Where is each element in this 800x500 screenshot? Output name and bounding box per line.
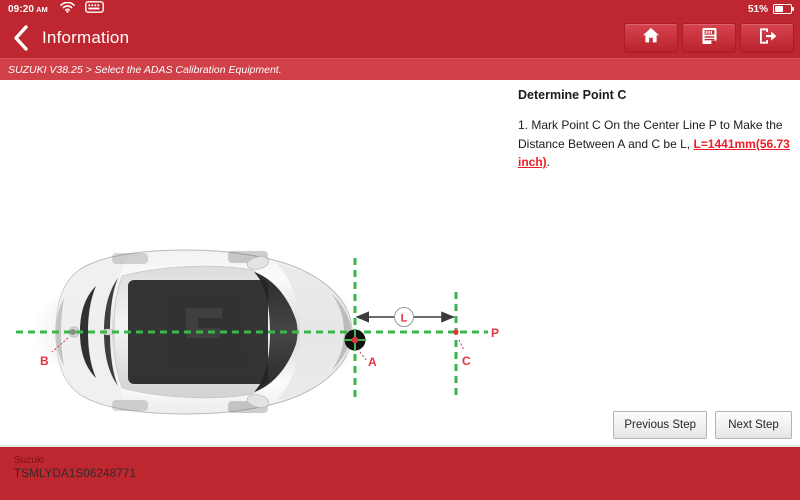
instruction-panel: Determine Point C 1. Mark Point C On the… [510,80,800,445]
diagram-svg: L A B C P [16,249,499,415]
report-icon [701,27,718,50]
breadcrumb-text: SUZUKI V38.25 > Select the ADAS Calibrat… [8,63,282,76]
app-root: 09:20 AM 51% Information SUZUKI V38.25 >… [0,0,800,500]
vci-connection-icon [84,0,104,18]
vehicle-vin: TSMLYDA1S06248771 [14,468,137,480]
point-c-marker [453,329,459,335]
exit-button[interactable] [740,23,794,53]
point-a-leader [359,351,367,361]
step-button-row: Previous Step Next Step [613,411,792,439]
status-battery-group: 51% [747,3,795,15]
vehicle-make: Suzuki [14,455,45,466]
status-time-ampm: AM [36,4,48,14]
header-toolbar [624,23,794,53]
point-c-leader [458,339,465,351]
page-title: Information [42,28,130,47]
calibration-diagram: L A B C P [0,80,505,445]
instruction-step-suffix: . [546,155,551,170]
back-button[interactable] [12,25,30,51]
home-button[interactable] [624,23,678,53]
point-a-label: A [368,355,377,369]
point-b-marker [70,329,76,335]
battery-icon [773,4,795,14]
vehicle-info-bar: Suzuki TSMLYDA1S06248771 [0,445,800,500]
wifi-icon [59,0,75,18]
status-bar: 09:20 AM 51% [0,0,800,18]
exit-icon [758,27,777,50]
point-b-label: B [40,354,49,368]
instruction-title: Determine Point C [518,88,627,102]
content-area: L A B C P Determine Point C 1. Mark Poin… [0,80,800,445]
instruction-body: 1. Mark Point C On the Center Line P to … [518,116,792,172]
home-icon [642,27,660,49]
point-c-label: C [462,354,471,368]
status-time: 09:20 [8,3,35,15]
report-button[interactable] [682,23,736,53]
breadcrumb: SUZUKI V38.25 > Select the ADAS Calibrat… [0,58,800,80]
line-p-label: P [491,326,499,340]
status-icons [59,0,104,18]
previous-step-button[interactable]: Previous Step [613,411,707,439]
battery-percent: 51% [747,3,768,15]
app-header: Information [0,18,800,58]
next-step-button[interactable]: Next Step [715,411,792,439]
dimension-l-label: L [401,312,408,324]
